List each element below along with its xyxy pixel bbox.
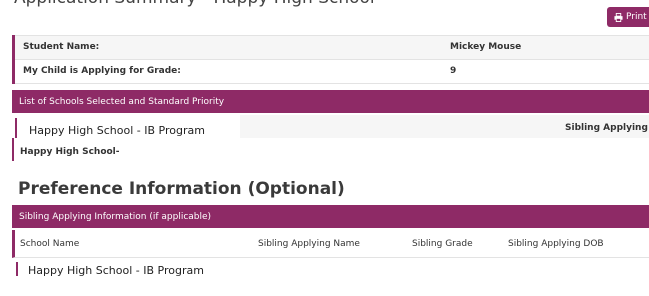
print-button[interactable]: Print	[607, 7, 649, 27]
student-info-table: Student Name: Mickey Mouse My Child is A…	[12, 35, 649, 84]
sibling-row-accent	[16, 262, 18, 276]
schools-section-header: List of Schools Selected and Standard Pr…	[12, 90, 649, 113]
school-list-item: Happy High School - IB Program Sibling A…	[12, 115, 649, 138]
sibling-section-title: Sibling Applying Information (if applica…	[19, 211, 212, 222]
schools-section-title: List of Schools Selected and Standard Pr…	[19, 96, 225, 107]
sibling-section-header: Sibling Applying Information (if applica…	[12, 205, 649, 228]
sibling-row-school: Happy High School - IB Program	[28, 264, 204, 277]
printer-icon	[614, 12, 623, 22]
student-name-row: Student Name: Mickey Mouse	[15, 35, 649, 60]
column-school-name: School Name	[20, 239, 80, 249]
print-button-label: Print	[626, 12, 647, 22]
school-priority: Sibling Applying	[565, 123, 648, 133]
school-name: Happy High School - IB Program	[29, 124, 205, 137]
sibling-table-header: School Name Sibling Applying Name Siblin…	[12, 230, 649, 258]
preference-title: Preference Information (Optional)	[18, 179, 345, 199]
school-sub-accent	[12, 138, 14, 161]
grade-label: My Child is Applying for Grade:	[23, 66, 181, 76]
school-row-accent	[15, 118, 17, 138]
column-sibling-dob: Sibling Applying DOB	[508, 239, 604, 249]
student-name-label: Student Name:	[23, 42, 100, 52]
student-name-value: Mickey Mouse	[450, 42, 522, 52]
page-title-clipped: Application Summary - Happy High School	[14, 0, 375, 8]
school-sub-name: Happy High School-	[20, 147, 120, 157]
grade-row: My Child is Applying for Grade: 9	[15, 60, 649, 84]
grade-value: 9	[450, 66, 457, 76]
column-sibling-name: Sibling Applying Name	[258, 239, 360, 249]
column-sibling-grade: Sibling Grade	[412, 239, 473, 249]
